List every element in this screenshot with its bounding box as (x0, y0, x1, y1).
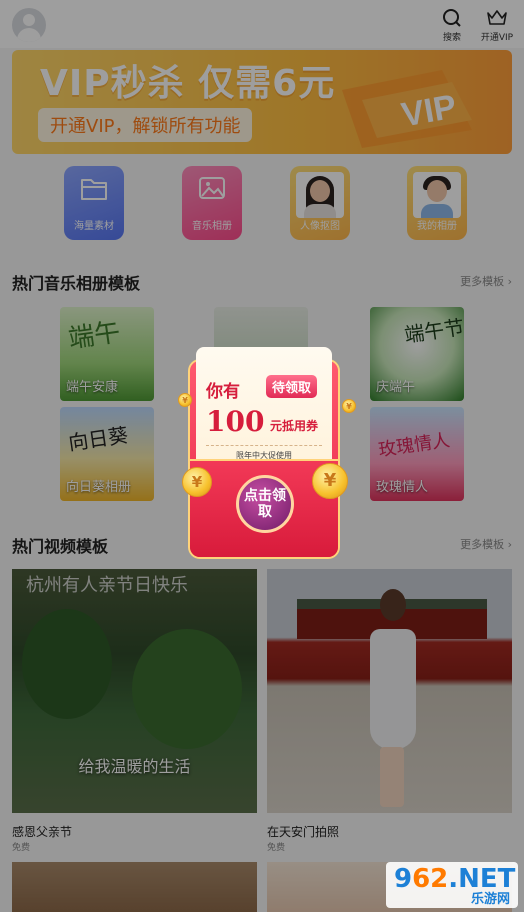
coin-icon: ¥ (182, 467, 212, 497)
site-watermark: 962.NET 乐游网 (386, 862, 518, 908)
watermark-subtext: 乐游网 (470, 892, 510, 907)
you-have-text: 你有 (206, 382, 240, 402)
pending-badge: 待领取 (266, 375, 318, 398)
coin-icon: ¥ (178, 393, 192, 407)
coupon-popup: 你有 待领取 100 元抵用券 限年中大促使用 ¥ ¥ ¥ ¥ 点击领取 (178, 347, 356, 559)
divider (206, 445, 322, 446)
coin-icon: ¥ (312, 463, 348, 499)
coupon-unit: 元抵用券 (270, 419, 319, 433)
claim-button[interactable]: 点击领取 (236, 475, 294, 533)
coupon-note: 限年中大促使用 (236, 451, 292, 460)
coin-icon: ¥ (342, 399, 356, 413)
coupon-amount: 100 (206, 405, 265, 438)
